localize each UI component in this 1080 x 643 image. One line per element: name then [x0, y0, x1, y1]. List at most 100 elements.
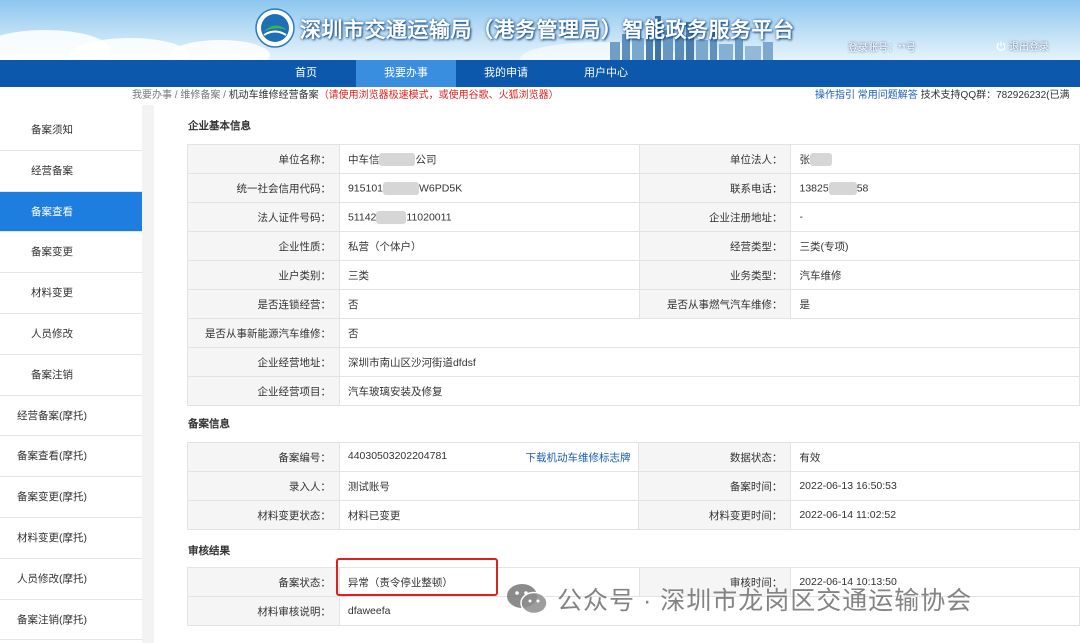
phone-value: 13825 58: [790, 173, 1080, 203]
table-row: 是否从事新能源汽车维修： 否: [187, 318, 1080, 348]
table-row: 备案编号： 44030503202204781 下载机动车维修标志牌 数据状态： …: [187, 442, 1080, 472]
sidebar-item-change-filing[interactable]: 备案变更: [0, 232, 142, 274]
operation-guide-link[interactable]: 操作指引: [815, 90, 855, 101]
nav-services[interactable]: 我要办事: [356, 60, 456, 87]
table-row: 材料变更状态： 材料已变更 材料变更时间： 2022-06-14 11:02:5…: [187, 500, 1080, 530]
nev-repair-value: 否: [338, 318, 1080, 348]
power-icon: [996, 41, 1006, 51]
enterprise-info-table: 单位名称： 中车信 公司 单位法人： 张 统一社会信用代码： 915101 W6PD…: [187, 144, 1080, 406]
breadcrumb-services[interactable]: 我要办事: [132, 90, 172, 101]
table-row: 企业经营项目： 汽车玻璃安装及修复: [187, 376, 1080, 406]
nav-my-applications[interactable]: 我的申请: [456, 60, 556, 87]
field-label: 企业经营项目：: [187, 376, 340, 406]
filing-number: 44030503202204781: [347, 449, 448, 462]
field-label: 备案编号：: [187, 442, 340, 472]
sidebar-item-filing-notice[interactable]: 备案须知: [0, 110, 142, 151]
redaction-mask: [383, 181, 420, 195]
gas-vehicle-repair-value: 是: [790, 289, 1080, 319]
breadcrumb-separator: /: [220, 90, 229, 101]
field-label: 材料变更状态：: [187, 500, 340, 530]
chain-operation-value: 否: [338, 289, 640, 319]
redaction-mask: [379, 153, 416, 167]
sidebar-item-personnel-edit[interactable]: 人员修改: [0, 313, 142, 355]
sidebar-item-change-filing-moto[interactable]: 备案变更(摩托): [0, 477, 142, 518]
table-row: 业户类别： 三类 业务类型： 汽车维修: [187, 260, 1080, 290]
bureau-logo: [255, 8, 295, 48]
field-label: 是否从事新能源汽车维修：: [187, 318, 340, 348]
legal-person-part: 张: [799, 153, 810, 166]
field-label: 材料变更时间：: [638, 500, 792, 530]
tech-support-text: 技术支持QQ群：782926232(已满: [920, 90, 1070, 101]
main-nav: 首页 我要办事 我的申请 用户中心: [0, 60, 1080, 87]
data-status-value: 有效: [790, 442, 1080, 472]
sidebar-item-business-filing-moto[interactable]: 经营备案(摩托): [0, 395, 142, 437]
redaction-mask: [376, 210, 407, 224]
unit-name-part: 中车信: [347, 153, 380, 166]
section-title-filing: 备案信息: [188, 418, 230, 430]
nav-user-center[interactable]: 用户中心: [556, 60, 656, 87]
sidebar-divider: [142, 105, 154, 643]
watermark-text: 公众号 · 深圳市龙岗区交通运输协会: [557, 587, 973, 615]
watermark: 公众号 · 深圳市龙岗区交通运输协会: [505, 578, 972, 620]
redaction-mask: [809, 153, 832, 167]
field-label: 是否从事燃气汽车维修：: [638, 289, 792, 319]
logout-button[interactable]: 退出登录: [996, 38, 1049, 53]
header-banner: 深圳市交通运输局（港务管理局）智能政务服务平台 登录账号：**号 退出登录: [0, 0, 1080, 60]
material-change-time-value: 2022-06-14 11:02:52: [790, 500, 1080, 530]
field-label: 备案状态：: [187, 567, 340, 597]
table-row: 企业经营地址： 深圳市南山区沙河街道dfdsf: [187, 347, 1080, 377]
sidebar-item-cancel-filing-moto[interactable]: 备案注销(摩托): [0, 599, 142, 641]
section-title-enterprise: 企业基本信息: [188, 120, 251, 132]
breadcrumb-row: 我要办事 / 维修备案 / 机动车维修经营备案（请使用浏览器极速模式，或使用谷歌…: [0, 87, 1080, 105]
credit-code-part: 915101: [347, 181, 384, 194]
business-address-value: 深圳市南山区沙河街道dfdsf: [338, 347, 1080, 377]
highlight-box: [336, 558, 498, 596]
field-label: 材料审核说明：: [187, 596, 340, 626]
material-change-status-value: 材料已变更: [338, 500, 640, 530]
wechat-icon: [507, 584, 548, 615]
logout-label: 退出登录: [1009, 42, 1049, 53]
table-row: 单位名称： 中车信 公司 单位法人： 张: [187, 144, 1080, 174]
sidebar-item-view-filing-moto[interactable]: 备案查看(摩托): [0, 436, 142, 478]
browser-warning: （请使用浏览器极速模式，或使用谷歌、火狐浏览器）: [318, 90, 559, 101]
credit-code-value: 915101 W6PD5K: [338, 173, 640, 203]
site-title: 深圳市交通运输局（港务管理局）智能政务服务平台: [300, 19, 795, 42]
download-sign-link[interactable]: 下载机动车维修标志牌: [525, 450, 630, 465]
field-label: 数据状态：: [638, 442, 792, 472]
breadcrumb-repair-filing[interactable]: 维修备案: [180, 90, 220, 101]
sidebar-item-view-filing[interactable]: 备案查看: [0, 191, 142, 233]
sidebar-item-personnel-edit-moto[interactable]: 人员修改(摩托): [0, 558, 142, 600]
field-label: 企业经营地址：: [187, 347, 340, 377]
sidebar-item-cancel-filing[interactable]: 备案注销: [0, 354, 142, 396]
faq-link[interactable]: 常用问题解答: [858, 90, 918, 101]
sidebar-item-material-change[interactable]: 材料变更: [0, 273, 142, 314]
business-type-value: 三类(专项): [790, 231, 1080, 261]
field-label: 企业性质：: [187, 231, 340, 261]
section-title-review: 审核结果: [188, 545, 230, 557]
field-label: 联系电话：: [638, 173, 792, 203]
redaction-mask: [828, 181, 857, 195]
table-row: 法人证件号码： 51142 11020011 企业注册地址： -: [187, 202, 1080, 232]
field-label: 单位法人：: [638, 144, 792, 174]
business-items-value: 汽车玻璃安装及修复: [338, 376, 1080, 406]
service-type-value: 汽车维修: [790, 260, 1080, 290]
field-label: 统一社会信用代码：: [187, 173, 340, 203]
login-account-text: 登录账号：**号: [848, 43, 916, 54]
phone-part: 58: [856, 181, 869, 194]
field-label: 是否连锁经营：: [187, 289, 340, 319]
help-links: 操作指引 常用问题解答 技术支持QQ群：782926232(已满: [815, 87, 1070, 105]
breadcrumb: 我要办事 / 维修备案 / 机动车维修经营备案（请使用浏览器极速模式，或使用谷歌…: [132, 87, 559, 105]
field-label: 录入人：: [187, 471, 340, 501]
id-number-part: 51142: [347, 210, 377, 223]
sidebar-item-material-change-moto[interactable]: 材料变更(摩托): [0, 517, 142, 559]
field-label: 单位名称：: [187, 144, 340, 174]
field-label: 业务类型：: [638, 260, 792, 290]
table-row: 企业性质： 私营（个体户） 经营类型： 三类(专项): [187, 231, 1080, 261]
field-label: 企业注册地址：: [638, 202, 792, 232]
id-number-part: 11020011: [406, 210, 452, 223]
sidebar-item-business-filing[interactable]: 经营备案: [0, 150, 142, 192]
nav-home[interactable]: 首页: [256, 60, 356, 87]
entrant-value: 测试账号: [338, 471, 640, 501]
registered-address-value: -: [790, 202, 1080, 232]
table-row: 统一社会信用代码： 915101 W6PD5K 联系电话： 13825 58: [187, 173, 1080, 203]
